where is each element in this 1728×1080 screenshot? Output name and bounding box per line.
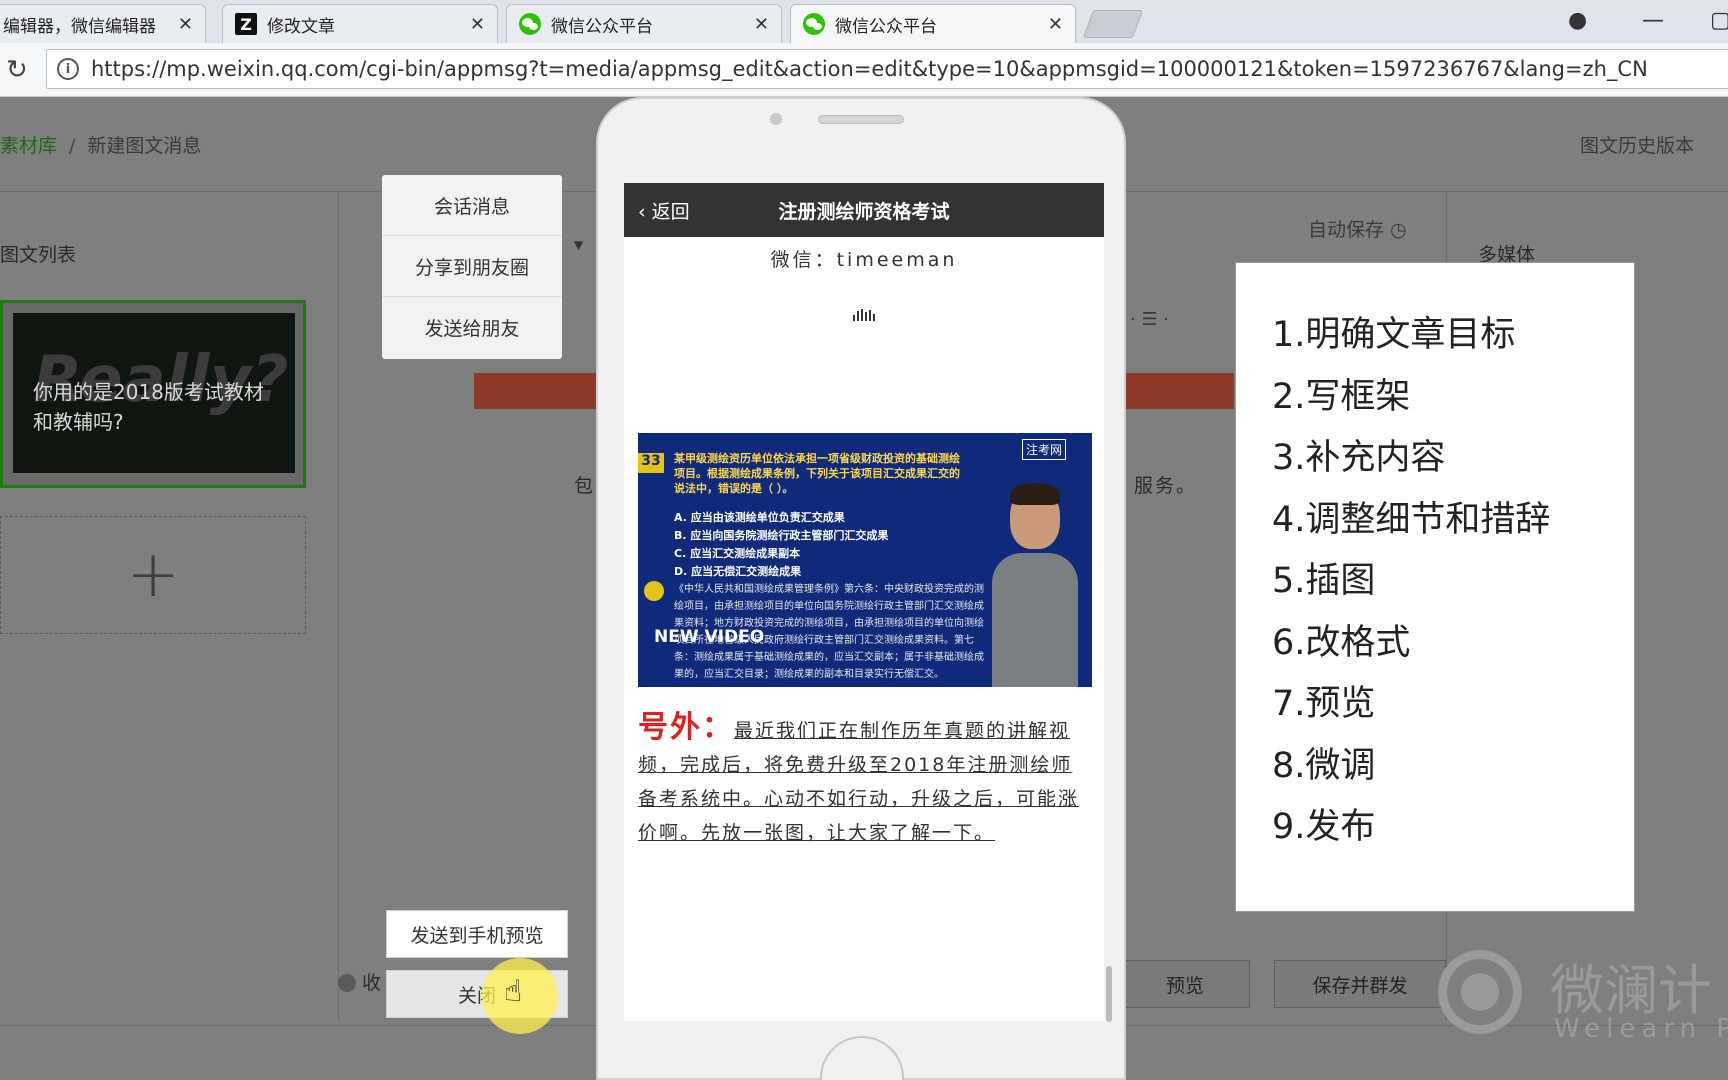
video-thumbnail[interactable]: 33 注考网 某甲级测绘资历单位依法承担一项省级财政投资的基础测绘项目。根据测绘… <box>638 433 1092 687</box>
tab-title: 微信公众平台 <box>835 16 937 37</box>
z-logo-icon: Z <box>235 13 257 35</box>
tab-title: 编辑器，微信编辑器 <box>3 16 156 37</box>
article-title: 你用的是2018版考试教材和教辅吗? <box>33 380 264 434</box>
video-options: A. 应当由该测绘单位负责汇交成果 B. 应当向国务院测绘行政主管部门汇交成果 … <box>674 509 974 581</box>
browser-tab-active[interactable]: 微信公众平台 ✕ <box>790 4 1076 43</box>
browser-tab[interactable]: 微信公众平台 ✕ <box>506 4 782 43</box>
video-option: A. 应当由该测绘单位负责汇交成果 <box>674 511 845 524</box>
breadcrumb-separator: / <box>69 135 76 157</box>
step-item: 7.预览 <box>1272 684 1376 724</box>
maximize-icon[interactable]: ▢ <box>1710 8 1728 33</box>
new-tab-button[interactable] <box>1082 10 1144 38</box>
new-video-badge: NEW VIDEO <box>654 627 765 647</box>
step-item: 8.微调 <box>1272 745 1376 786</box>
phone-camera-icon <box>770 113 782 125</box>
save-and-publish-button[interactable]: 保存并群发 <box>1274 960 1446 1008</box>
tab-title: 微信公众平台 <box>551 16 653 37</box>
phone-screen: ‹ 返回 注册测绘师资格考试 微信：timeeman 33 注考网 某甲级测绘资… <box>624 183 1104 1021</box>
tab-close-icon[interactable]: ✕ <box>178 14 193 35</box>
send-to-phone-button[interactable]: 发送到手机预览 <box>386 910 568 958</box>
editor-text-fragment: 包 <box>574 475 594 497</box>
autosave-status: 自动保存 ◷ <box>1308 215 1407 242</box>
share-menu-item-friend[interactable]: 发送给朋友 <box>382 297 562 358</box>
breadcrumb: 素材库 / 新建图文消息 <box>0 131 201 158</box>
chevron-left-icon: ‹ <box>638 201 652 223</box>
chevron-down-icon[interactable]: ▼ <box>574 238 583 252</box>
url-field[interactable]: i https://mp.weixin.qq.com/cgi-bin/appms… <box>46 49 1728 89</box>
step-item: 3.补充内容 <box>1272 438 1446 478</box>
collect-button[interactable]: 收 <box>338 968 381 995</box>
tab-close-icon[interactable]: ✕ <box>470 14 485 35</box>
wechat-icon <box>519 13 541 35</box>
step-item: 9.发布 <box>1272 807 1376 847</box>
profile-icon[interactable]: ● <box>1568 8 1587 33</box>
tab-title: 修改文章 <box>267 16 335 37</box>
step-item: 4.调整细节和措辞 <box>1272 499 1551 540</box>
autosave-label: 自动保存 <box>1308 219 1385 241</box>
phone-navbar: ‹ 返回 注册测绘师资格考试 <box>624 183 1104 237</box>
video-option: D. 应当无偿汇交测绘成果 <box>674 565 802 578</box>
video-question: 某甲级测绘资历单位依法承担一项省级财政投资的基础测绘项目。根据测绘成果条例，下列… <box>674 452 960 495</box>
phone-home-button <box>820 1036 904 1080</box>
breadcrumb-current: 新建图文消息 <box>87 135 202 157</box>
minimize-icon[interactable]: — <box>1642 8 1664 33</box>
watermark-subtext: Welearn P <box>1554 1014 1728 1044</box>
back-button[interactable]: ‹ 返回 <box>638 197 690 224</box>
share-menu-item-moments[interactable]: 分享到朋友圈 <box>382 236 562 297</box>
wechat-id: 微信：timeeman <box>770 249 958 271</box>
share-menu-item-chat[interactable]: 会话消息 <box>382 175 562 236</box>
steps-card: 1.明确文章目标 2.写框架 3.补充内容 4.调整细节和措辞 5.插图 6.改… <box>1235 262 1635 912</box>
divider <box>338 191 339 1021</box>
article-card[interactable]: Really? 你用的是2018版考试教材和教辅吗? <box>0 300 306 488</box>
presenter-figure <box>992 473 1078 687</box>
tab-close-icon[interactable]: ✕ <box>754 14 769 35</box>
breadcrumb-library-link[interactable]: 素材库 <box>0 135 57 157</box>
history-versions-link[interactable]: 图文历史版本 <box>1580 131 1694 158</box>
article-list-title: 图文列表 <box>0 244 77 266</box>
video-bullet-icon <box>644 581 664 601</box>
editor-text-fragment: 服务。 <box>1134 475 1198 497</box>
video-logo: 注考网 <box>1022 439 1067 460</box>
wechat-icon <box>803 13 825 35</box>
browser-tab[interactable]: Z 修改文章 ✕ <box>222 4 498 43</box>
video-option: B. 应当向国务院测绘行政主管部门汇交成果 <box>674 529 889 542</box>
step-item: 2.写框架 <box>1272 376 1411 417</box>
browser-tab-bar: 编辑器，微信编辑器 ✕ Z 修改文章 ✕ 微信公众平台 ✕ 微信公众平台 ✕ ●… <box>0 0 1728 43</box>
clock-icon: ◷ <box>1390 219 1407 241</box>
step-item: 1.明确文章目标 <box>1272 315 1516 355</box>
phone-page-title: 注册测绘师资格考试 <box>778 200 950 223</box>
question-number: 33 <box>638 453 664 473</box>
article-thumbnail: Really? 你用的是2018版考试教材和教辅吗? <box>13 313 295 473</box>
preview-button[interactable]: 预览 <box>1120 960 1250 1008</box>
audio-wave-icon <box>624 302 1104 321</box>
reload-icon[interactable]: ↻ <box>6 55 28 85</box>
tab-close-icon[interactable]: ✕ <box>1048 14 1063 35</box>
back-label: 返回 <box>651 201 690 223</box>
phone-speaker <box>818 115 904 124</box>
phone-preview: ‹ 返回 注册测绘师资格考试 微信：timeeman 33 注考网 某甲级测绘资… <box>596 97 1126 1080</box>
info-icon[interactable]: i <box>57 58 79 80</box>
toolbar-fragment: · ☰ · <box>1130 309 1169 330</box>
add-article-button[interactable]: + <box>0 516 306 634</box>
browser-tab[interactable]: 编辑器，微信编辑器 ✕ <box>0 4 206 43</box>
step-item: 5.插图 <box>1272 561 1376 601</box>
hand-cursor-icon: ☝ <box>504 974 523 1009</box>
step-item: 6.改格式 <box>1272 622 1411 663</box>
list-icon[interactable]: · ☰ · <box>1130 309 1169 330</box>
watermark-logo-icon <box>1438 950 1522 1034</box>
video-option: C. 应当汇交测绘成果副本 <box>674 547 801 560</box>
news-label: 号外： <box>638 710 734 745</box>
news-paragraph: 号外：最近我们正在制作历年真题的讲解视频，完成后，将免费升级至2018年注册测绘… <box>638 711 1092 850</box>
share-menu: 会话消息 分享到朋友圈 发送给朋友 <box>382 175 562 359</box>
address-bar: ↻ i https://mp.weixin.qq.com/cgi-bin/app… <box>0 43 1728 97</box>
phone-scrollbar[interactable] <box>1106 966 1112 1022</box>
url-text: https://mp.weixin.qq.com/cgi-bin/appmsg?… <box>91 57 1648 81</box>
